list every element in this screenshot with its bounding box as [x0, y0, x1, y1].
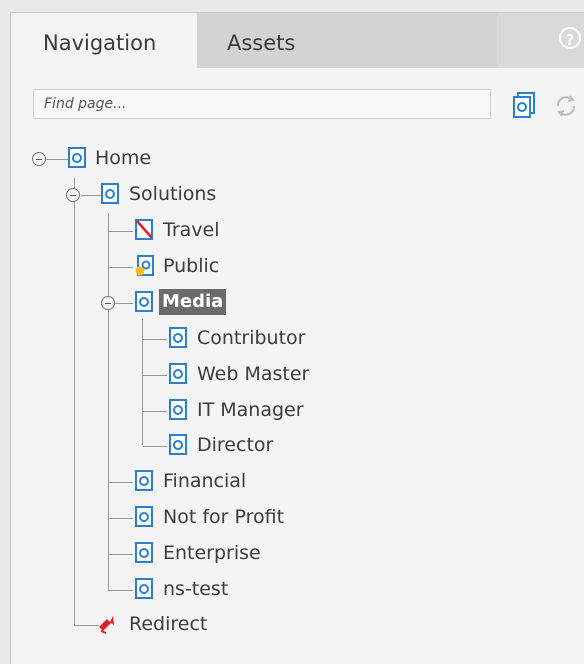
tree-connector [109, 590, 133, 591]
tree-node-ns-test[interactable]: ns-test [163, 576, 228, 602]
page-hidden-icon [135, 219, 153, 240]
find-page-input[interactable] [33, 89, 491, 119]
tree-connector [108, 213, 109, 591]
page-icon [169, 327, 187, 348]
tree-node-contributor[interactable]: Contributor [197, 325, 305, 351]
page-locked-icon [135, 255, 154, 276]
page-icon [135, 542, 153, 563]
page-icon [135, 506, 153, 527]
tree-node-director[interactable]: Director [197, 432, 273, 458]
page-icon [169, 434, 187, 455]
collapse-media-toggle[interactable] [101, 296, 115, 310]
page-icon [135, 291, 153, 312]
tree-connector [143, 375, 167, 376]
refresh-icon[interactable] [553, 93, 579, 119]
tree-node-public[interactable]: Public [163, 253, 219, 279]
tree-node-home[interactable]: Home [95, 145, 151, 171]
tree-connector [75, 625, 99, 626]
tree-connector [46, 159, 68, 160]
tab-bar: Navigation Assets ? [11, 13, 584, 68]
tree-node-financial[interactable]: Financial [163, 468, 246, 494]
page-icon [169, 363, 187, 384]
page-icon [169, 399, 187, 420]
help-icon[interactable]: ? [559, 27, 581, 49]
page-add-icon[interactable] [511, 91, 537, 119]
tab-navigation[interactable]: Navigation [11, 13, 197, 68]
tree-connector [143, 411, 167, 412]
redirect-icon [99, 616, 114, 634]
tree-node-not-for-profit[interactable]: Not for Profit [163, 504, 284, 530]
tree-node-travel[interactable]: Travel [163, 217, 219, 243]
tree-node-web-master[interactable]: Web Master [197, 361, 309, 387]
tree-node-it-manager[interactable]: IT Manager [197, 397, 304, 423]
tree-connector [142, 319, 143, 445]
tree-connector [109, 482, 133, 483]
tab-assets[interactable]: Assets [197, 13, 497, 68]
tree-connector [109, 267, 133, 268]
page-icon [135, 470, 153, 491]
page-icon [101, 183, 119, 204]
tree-connector [143, 339, 167, 340]
collapse-home-toggle[interactable] [32, 152, 46, 166]
tree-connector [109, 231, 133, 232]
tree-connector [143, 446, 167, 447]
tree-node-media[interactable]: Media [159, 289, 227, 315]
navigation-panel: Navigation Assets ? Home Solutions Trave… [10, 12, 584, 664]
page-icon [135, 578, 153, 599]
page-icon [68, 147, 86, 168]
tree-node-solutions[interactable]: Solutions [129, 181, 216, 207]
tree-connector [74, 178, 75, 626]
tree-node-enterprise[interactable]: Enterprise [163, 540, 261, 566]
collapse-solutions-toggle[interactable] [66, 188, 80, 202]
tree-connector [109, 554, 133, 555]
tree-node-redirect[interactable]: Redirect [129, 611, 207, 637]
tree-connector [115, 303, 133, 304]
tree-connector [81, 195, 101, 196]
tree-connector [109, 518, 133, 519]
